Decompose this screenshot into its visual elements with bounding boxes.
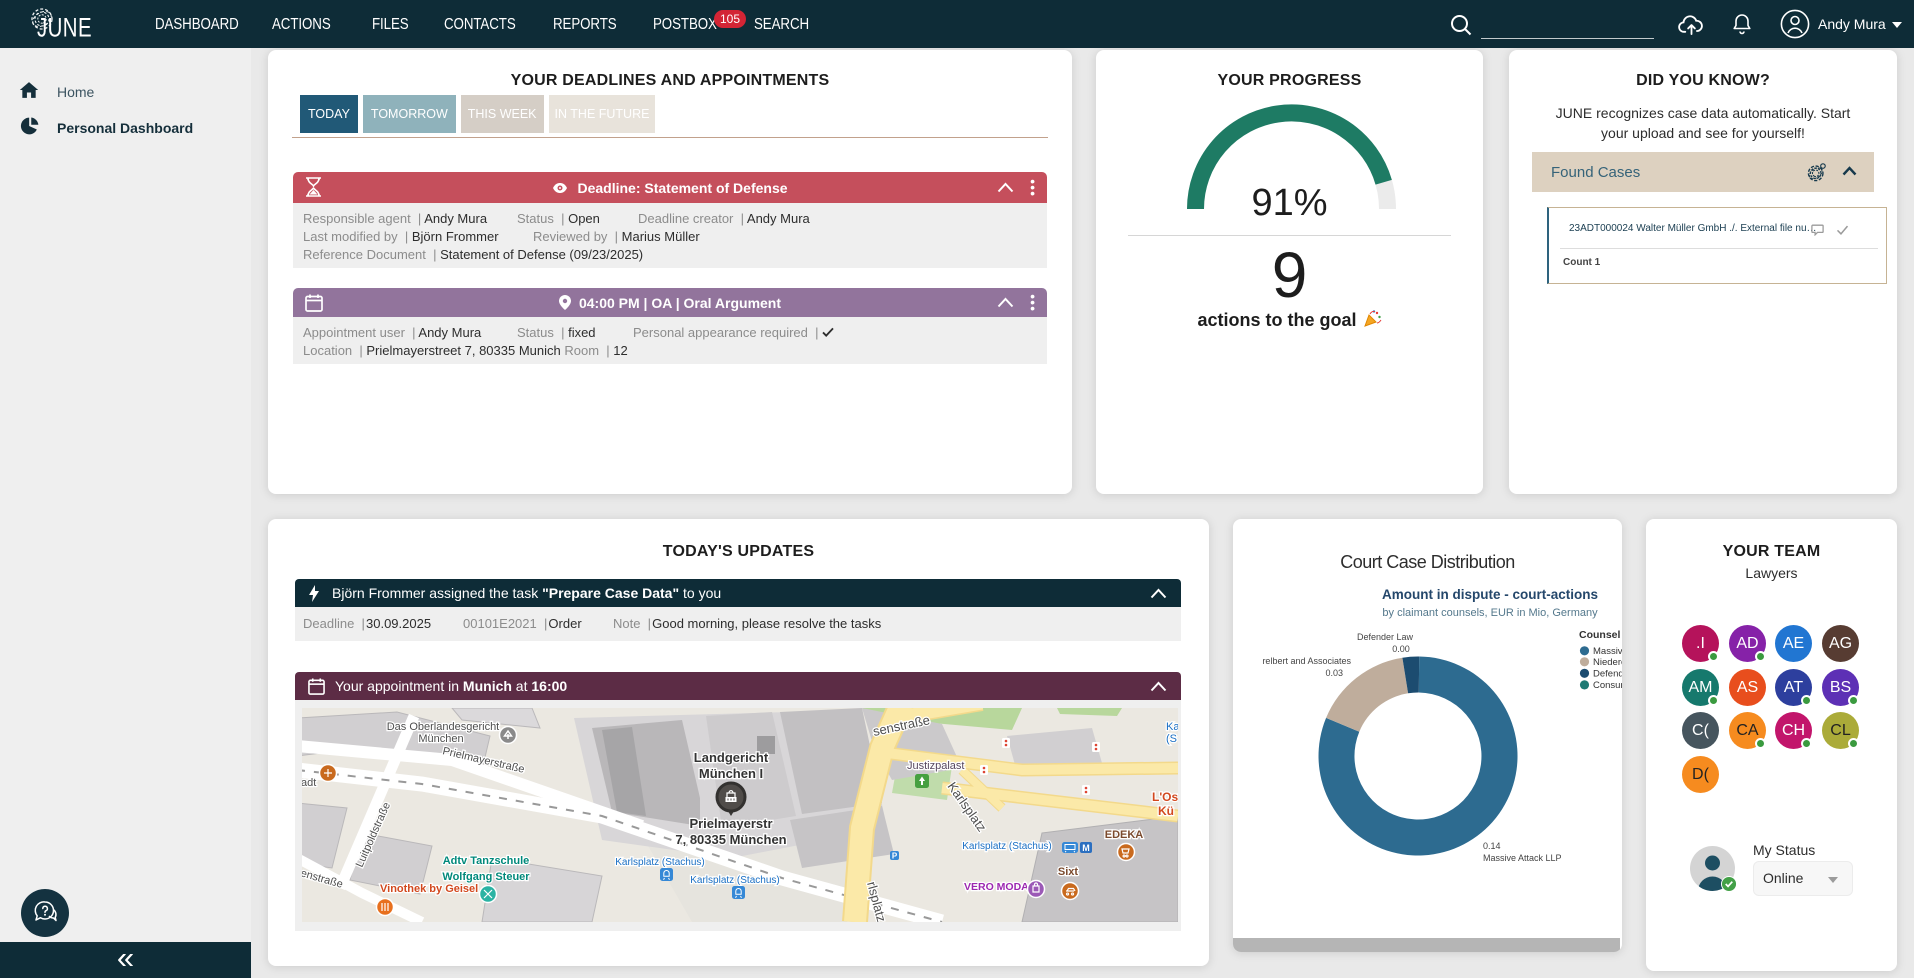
svg-text:Landgericht: Landgericht (694, 750, 769, 765)
svg-text:0.00: 0.00 (1392, 644, 1410, 654)
svg-text:München: München (418, 733, 463, 745)
svg-text:Consumer P: Consumer P (1593, 680, 1622, 691)
svg-text:0.03: 0.03 (1325, 668, 1343, 678)
svg-text:Adtv Tanzschule: Adtv Tanzschule (443, 855, 530, 867)
svg-text:Defender Law: Defender Law (1357, 632, 1414, 642)
svg-text:Massive Attack LLP: Massive Attack LLP (1483, 853, 1562, 863)
svg-text:Karlsplatz (Stachus): Karlsplatz (Stachus) (962, 841, 1051, 852)
svg-text:P: P (892, 852, 898, 861)
svg-text:L'Ost: L'Ost (1152, 790, 1178, 804)
svg-text:M: M (1082, 843, 1090, 853)
svg-text:EDEKA: EDEKA (1105, 829, 1144, 841)
svg-text:tadt: tadt (302, 777, 316, 789)
svg-text:Wolfgang Steuer: Wolfgang Steuer (442, 871, 530, 883)
svg-text:Prielmayerstr: Prielmayerstr (689, 816, 772, 831)
svg-text:Niedererste: Niedererste (1593, 657, 1622, 668)
svg-text:7, 80335 München: 7, 80335 München (675, 832, 786, 847)
svg-text:Justizpalast: Justizpalast (907, 760, 964, 772)
svg-text:(S: (S (1166, 733, 1177, 745)
svg-text:Ka: Ka (1166, 721, 1178, 733)
svg-text:Counsel: Counsel (1579, 629, 1621, 641)
svg-text:Vinothek by Geisel: Vinothek by Geisel (380, 883, 478, 895)
svg-text:Massive Att: Massive Att (1593, 646, 1622, 657)
svg-text:Das Oberlandesgericht: Das Oberlandesgericht (387, 721, 500, 733)
svg-text:Karlsplatz (Stachus): Karlsplatz (Stachus) (690, 875, 779, 886)
svg-text:Karlsplatz (Stachus): Karlsplatz (Stachus) (615, 857, 704, 868)
svg-text:0.14: 0.14 (1483, 841, 1501, 851)
svg-text:München I: München I (699, 766, 763, 781)
svg-text:VERO MODA: VERO MODA (964, 881, 1029, 893)
svg-text:relbert and Associates: relbert and Associates (1262, 656, 1351, 666)
svg-text:Defender La: Defender La (1593, 669, 1622, 680)
svg-text:Sixt: Sixt (1058, 866, 1079, 878)
svg-text:Kü: Kü (1158, 804, 1174, 818)
